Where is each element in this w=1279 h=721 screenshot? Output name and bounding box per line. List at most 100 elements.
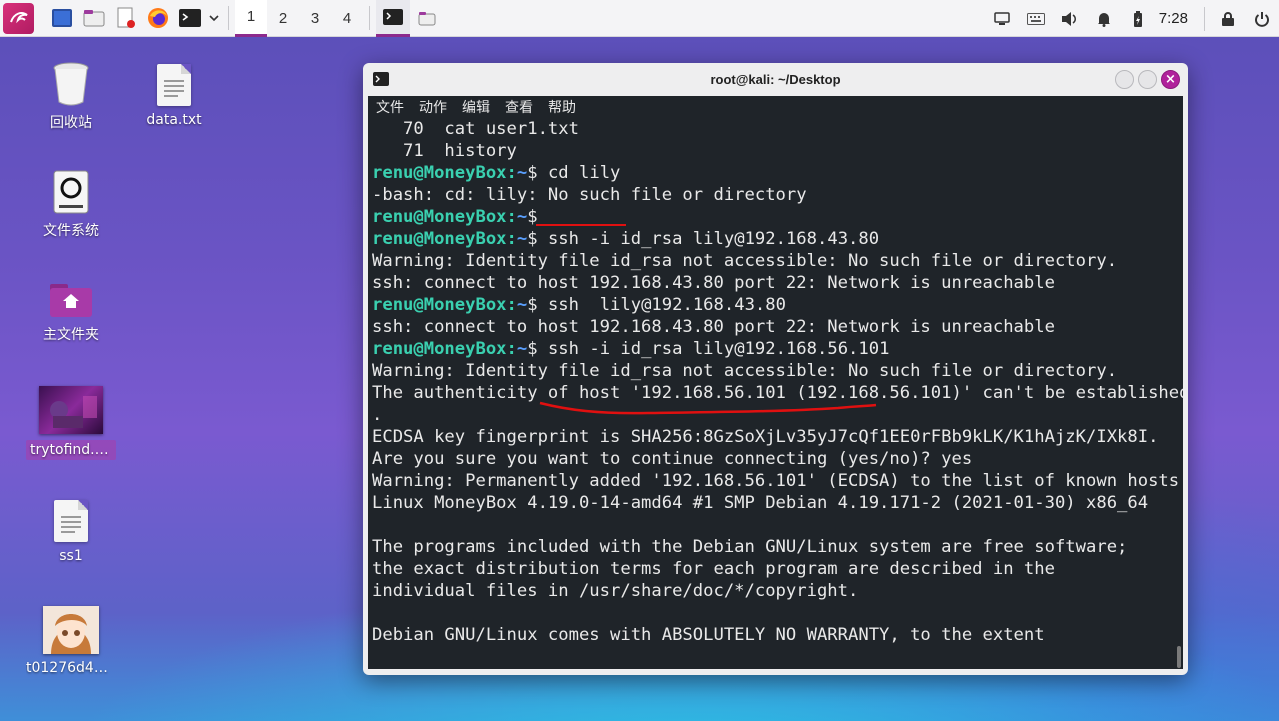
line-text: Warning: Identity file id_rsa not access… [372,251,1118,271]
trash-icon [52,62,90,106]
task-terminal[interactable] [376,0,410,37]
terminal-output: 70 cat user1.txt 71 history renu@MoneyBox… [368,118,1183,646]
battery-plug-icon [1133,10,1142,27]
lock-screen-button[interactable] [1211,0,1245,37]
workspace-4[interactable]: 4 [331,0,363,37]
line-text: ssh lily@192.168.43.80 [537,295,786,315]
show-desktop-button[interactable] [46,0,78,37]
terminal-command-line: renu@MoneyBox:~$ ssh -i id_rsa lily@192.… [372,228,1183,250]
terminal-output-line: ssh: connect to host 192.168.43.80 port … [372,316,1183,338]
shell-prompt: renu@MoneyBox:~ [372,295,527,315]
shell-prompt: renu@MoneyBox:~ [372,163,527,183]
menu-file[interactable]: 文件 [376,97,404,117]
line-text [372,515,382,535]
close-button[interactable]: × [1161,70,1180,89]
terminal-output-line: 71 history [372,140,1183,162]
lock-icon [1222,11,1234,26]
terminal-output-line: Warning: Permanently added '192.168.56.1… [372,470,1183,492]
shell-prompt: renu@MoneyBox:~ [372,207,527,227]
display-button[interactable] [985,0,1019,37]
close-icon: × [1165,72,1176,87]
line-text: individual files in /usr/share/doc/*/cop… [372,581,859,601]
terminal-area[interactable]: 文件 动作 编辑 查看 帮助 70 cat user1.txt 71 histo… [368,96,1183,669]
panel-separator [1204,6,1205,31]
image-file-icon [39,386,103,434]
desktop-icon-home-folder[interactable]: 主文件夹 [26,282,116,344]
menu-view[interactable]: 查看 [505,97,533,117]
prompt-separator: : [506,163,517,183]
desktop-icon-label: 文件系统 [43,223,99,239]
prompt-sigil: $ [527,229,538,249]
maximize-button[interactable] [1138,70,1157,89]
workspace-1[interactable]: 1 [235,0,267,37]
file-manager-launcher[interactable] [78,0,110,37]
keyboard-icon [1026,12,1045,25]
logout-button[interactable] [1245,0,1279,37]
task-file-manager[interactable] [410,0,444,37]
terminal-output-line: Linux MoneyBox 4.19.0-14-amd64 #1 SMP De… [372,492,1183,514]
terminal-command-line: renu@MoneyBox:~$ ssh -i id_rsa lily@192.… [372,338,1183,360]
text-editor-launcher[interactable] [110,0,142,37]
terminal-output-line: -bash: cd: lily: No such file or directo… [372,184,1183,206]
clock[interactable]: 7:28 [1155,10,1198,27]
desktop-icon-label: ss1 [59,548,83,564]
line-text: Debian GNU/Linux comes with ABSOLUTELY N… [372,625,1045,645]
shell-prompt: renu@MoneyBox:~ [372,229,527,249]
menu-actions[interactable]: 动作 [419,97,447,117]
volume-button[interactable] [1053,0,1087,37]
terminal-command-line: renu@MoneyBox:~$ ssh lily@192.168.43.80 [372,294,1183,316]
desktop-icon-trytofind[interactable]: trytofind.jpg [26,386,116,460]
line-text: ECDSA key fingerprint is SHA256:8GzSoXjL… [372,427,1159,447]
drive-icon [53,170,89,214]
menu-help[interactable]: 帮助 [548,97,576,117]
desktop-icon-label: 回收站 [50,115,92,131]
top-panel: 1 2 3 4 7:28 [0,0,1279,37]
terminal-window[interactable]: root@kali: ~/Desktop × 文件 动作 编辑 查看 帮助 70… [363,63,1188,675]
keyboard-button[interactable] [1019,0,1053,37]
notifications-button[interactable] [1087,0,1121,37]
text-file-icon [54,500,88,542]
prompt-path: ~ [516,207,528,227]
line-text: The programs included with the Debian GN… [372,537,1128,557]
terminal-scrollbar[interactable] [1177,646,1181,668]
prompt-user-host: renu@MoneyBox [372,207,507,227]
panel-separator [369,6,370,30]
line-text: the exact distribution terms for each pr… [372,559,1055,579]
minimize-button[interactable] [1115,70,1134,89]
panel-separator [228,6,229,30]
prompt-user-host: renu@MoneyBox [372,229,507,249]
desktop-icon-ss1[interactable]: ss1 [26,500,116,564]
menu-edit[interactable]: 编辑 [462,97,490,117]
power-manager-button[interactable] [1121,0,1155,37]
window-titlebar[interactable]: root@kali: ~/Desktop × [363,63,1188,96]
desktop-icon-data-txt[interactable]: data.txt [129,64,219,128]
terminal-output-line: Are you sure you want to continue connec… [372,448,1183,470]
red-underline-annotation [539,401,877,415]
text-editor-icon [117,7,135,28]
firefox-icon [148,8,168,28]
desktop-icon-filesystem[interactable]: 文件系统 [26,170,116,240]
terminal-launcher[interactable] [174,0,206,37]
line-text: Warning: Identity file id_rsa not access… [372,361,1118,381]
line-text: ssh -i id_rsa lily@192.168.43.80 [537,229,880,249]
firefox-launcher[interactable] [142,0,174,37]
terminal-launcher-dropdown[interactable] [206,0,222,37]
system-tray: 7:28 [985,0,1279,37]
line-text: Warning: Permanently added '192.168.56.1… [372,471,1183,491]
line-text: Linux MoneyBox 4.19.0-14-amd64 #1 SMP De… [372,493,1149,513]
shell-prompt: renu@MoneyBox:~ [372,339,527,359]
workspace-2[interactable]: 2 [267,0,299,37]
prompt-user-host: renu@MoneyBox [372,339,507,359]
desktop-icon-t01276d49[interactable]: t01276d49... [26,606,116,676]
workspace-3[interactable]: 3 [299,0,331,37]
folder-icon [83,10,105,27]
kali-menu-button[interactable] [0,0,34,37]
line-text [372,603,382,623]
prompt-separator: : [506,339,517,359]
desktop-icon-trash[interactable]: 回收站 [26,62,116,132]
terminal-output-line: Debian GNU/Linux comes with ABSOLUTELY N… [372,624,1183,646]
volume-icon [1061,11,1076,26]
kali-dragon-icon [3,2,34,34]
terminal-command-line: renu@MoneyBox:~$ cd lily [372,162,1183,184]
terminal-output-line: Warning: Identity file id_rsa not access… [372,250,1183,272]
